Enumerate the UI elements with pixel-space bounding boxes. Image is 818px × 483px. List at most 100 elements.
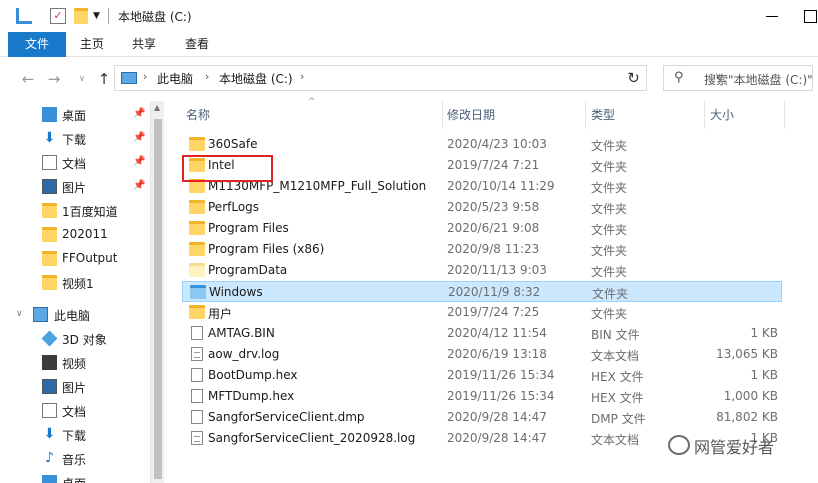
- new-folder-icon[interactable]: [74, 8, 88, 24]
- file-name: BootDump.hex: [208, 368, 298, 382]
- file-name: SangforServiceClient.dmp: [208, 410, 365, 424]
- document-icon: [42, 155, 57, 170]
- sidebar-item-pictures[interactable]: 图片 📌: [0, 175, 150, 199]
- column-header-name[interactable]: 名称: [186, 101, 210, 129]
- watermark-text: 网管爱好者: [694, 438, 775, 457]
- sort-arrow-icon: ^: [308, 97, 316, 107]
- sidebar-item-this-pc[interactable]: ∨ 此电脑: [0, 303, 150, 327]
- desktop-icon: [42, 107, 57, 122]
- pin-icon[interactable]: 📌: [133, 108, 145, 119]
- navigation-scrollbar[interactable]: ▲: [150, 101, 164, 483]
- file-date: 2020/9/8 11:23: [447, 242, 540, 256]
- forward-arrow-icon[interactable]: →: [44, 68, 64, 90]
- pin-icon[interactable]: 📌: [133, 180, 145, 191]
- file-row-selected[interactable]: Windows 2020/11/9 8:32 文件夹: [182, 281, 782, 302]
- column-divider[interactable]: [442, 101, 443, 129]
- annotation-highlight-box: [182, 155, 273, 182]
- sidebar-item-folder[interactable]: 202011: [0, 223, 150, 247]
- file-row[interactable]: ProgramData 2020/11/13 9:03 文件夹: [182, 260, 782, 281]
- column-divider[interactable]: [704, 101, 705, 129]
- navigation-pane: 桌面 📌 ⬇ 下载 📌 文档 📌 图片 📌 1百度知道 202011 FFOut…: [0, 101, 150, 483]
- file-type: 文件夹: [591, 160, 628, 174]
- tab-home[interactable]: 主页: [70, 32, 114, 57]
- properties-icon[interactable]: [16, 8, 32, 24]
- file-row[interactable]: 360Safe 2020/4/23 10:03 文件夹: [182, 134, 782, 155]
- scrollbar-thumb[interactable]: [154, 119, 162, 479]
- sidebar-item-label: FFOutput: [62, 251, 118, 265]
- file-type: HEX 文件: [591, 391, 644, 405]
- file-date: 2020/5/23 9:58: [447, 200, 540, 214]
- column-divider[interactable]: [585, 101, 586, 129]
- search-input[interactable]: ⚲ 搜索"本地磁盘 (C:)": [663, 65, 813, 91]
- file-type: 文本文档: [591, 433, 640, 447]
- file-size: 1,000 KB: [723, 389, 778, 403]
- sidebar-item-pictures[interactable]: 图片: [0, 375, 150, 399]
- file-row[interactable]: aow_drv.log 2020/6/19 13:18 文本文档 13,065 …: [182, 344, 782, 365]
- desktop-icon: [42, 475, 57, 483]
- check-icon[interactable]: ✓: [50, 8, 66, 24]
- back-arrow-icon[interactable]: ←: [18, 68, 38, 90]
- sidebar-item-folder[interactable]: 1百度知道: [0, 199, 150, 223]
- file-row[interactable]: 用户 2019/7/24 7:25 文件夹: [182, 302, 782, 323]
- chevron-right-icon[interactable]: ›: [205, 70, 209, 83]
- breadcrumb-local-disk[interactable]: 本地磁盘 (C:): [219, 70, 293, 87]
- scroll-up-arrow-icon[interactable]: ▲: [154, 103, 160, 112]
- column-header-size[interactable]: 大小: [710, 101, 734, 129]
- file-name: SangforServiceClient_2020928.log: [208, 431, 416, 445]
- sidebar-item-folder[interactable]: FFOutput: [0, 247, 150, 271]
- picture-icon: [42, 379, 57, 394]
- column-divider[interactable]: [784, 101, 785, 129]
- file-type: HEX 文件: [591, 370, 644, 384]
- sidebar-item-desktop[interactable]: 桌面: [0, 471, 150, 483]
- file-row[interactable]: SangforServiceClient.dmp 2020/9/28 14:47…: [182, 407, 782, 428]
- sidebar-item-music[interactable]: ♪ 音乐: [0, 447, 150, 471]
- sidebar-item-desktop[interactable]: 桌面 📌: [0, 103, 150, 127]
- file-icon: [191, 389, 203, 403]
- music-icon: ♪: [45, 450, 54, 466]
- file-name: MFTDump.hex: [208, 389, 295, 403]
- sidebar-item-label: 1百度知道: [62, 205, 118, 219]
- chevron-right-icon[interactable]: ›: [300, 70, 304, 83]
- tab-view[interactable]: 查看: [175, 32, 219, 57]
- file-date: 2020/9/28 14:47: [447, 410, 547, 424]
- file-row[interactable]: BootDump.hex 2019/11/26 15:34 HEX 文件 1 K…: [182, 365, 782, 386]
- file-row[interactable]: PerfLogs 2020/5/23 9:58 文件夹: [182, 197, 782, 218]
- folder-icon: [190, 285, 206, 299]
- sidebar-item-label: 图片: [62, 181, 87, 195]
- sidebar-item-documents[interactable]: 文档: [0, 399, 150, 423]
- expand-chevron-icon[interactable]: ∨: [16, 309, 23, 319]
- pin-icon[interactable]: 📌: [133, 156, 145, 167]
- text-file-icon: [191, 431, 203, 445]
- file-row[interactable]: MFTDump.hex 2019/11/26 15:34 HEX 文件 1,00…: [182, 386, 782, 407]
- file-row[interactable]: AMTAG.BIN 2020/4/12 11:54 BIN 文件 1 KB: [182, 323, 782, 344]
- refresh-icon[interactable]: ↻: [621, 65, 647, 91]
- file-icon: [191, 410, 203, 424]
- chevron-right-icon[interactable]: ›: [143, 70, 147, 83]
- file-type: BIN 文件: [591, 328, 640, 342]
- sidebar-item-downloads[interactable]: ⬇ 下载 📌: [0, 127, 150, 151]
- customize-quick-access-icon[interactable]: ▼: [93, 8, 109, 24]
- column-header-type[interactable]: 类型: [591, 101, 615, 129]
- sidebar-item-videos[interactable]: 视频: [0, 351, 150, 375]
- minimize-button[interactable]: [758, 4, 788, 28]
- column-header-date[interactable]: 修改日期: [447, 101, 495, 129]
- sidebar-item-3d-objects[interactable]: 3D 对象: [0, 327, 150, 351]
- pin-icon[interactable]: 📌: [133, 132, 145, 143]
- file-type: DMP 文件: [591, 412, 646, 426]
- maximize-button[interactable]: [796, 4, 818, 28]
- tab-share[interactable]: 共享: [122, 32, 166, 57]
- sidebar-item-label: 图片: [62, 381, 87, 395]
- file-row[interactable]: Program Files 2020/6/21 9:08 文件夹: [182, 218, 782, 239]
- up-arrow-icon[interactable]: ↑: [94, 68, 114, 90]
- address-bar[interactable]: › 此电脑 › 本地磁盘 (C:) › ∨: [114, 65, 722, 91]
- sidebar-item-documents[interactable]: 文档 📌: [0, 151, 150, 175]
- sidebar-item-downloads[interactable]: ⬇ 下载: [0, 423, 150, 447]
- sidebar-item-label: 文档: [62, 157, 87, 171]
- sidebar-item-folder[interactable]: 视频1: [0, 271, 150, 295]
- navigation-bar: ← → ∨ ↑ › 此电脑 › 本地磁盘 (C:) › ∨ ↻ ⚲ 搜索"本地磁…: [0, 57, 818, 101]
- folder-icon: [42, 275, 57, 290]
- breadcrumb-this-pc[interactable]: 此电脑: [157, 70, 193, 87]
- recent-locations-chevron-icon[interactable]: ∨: [72, 68, 92, 90]
- tab-file[interactable]: 文件: [8, 32, 66, 57]
- file-row[interactable]: Program Files (x86) 2020/9/8 11:23 文件夹: [182, 239, 782, 260]
